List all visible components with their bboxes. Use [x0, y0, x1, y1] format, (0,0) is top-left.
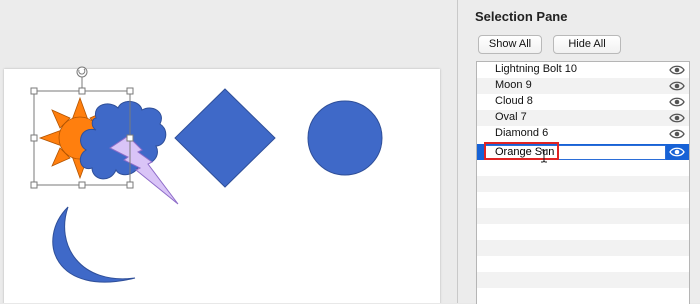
- selection-pane-title: Selection Pane: [475, 9, 568, 24]
- oval-shape[interactable]: [307, 100, 383, 176]
- list-item-label: Oval 7: [495, 111, 527, 123]
- list-item[interactable]: Lightning Bolt 10: [477, 62, 689, 78]
- eye-icon[interactable]: [669, 64, 685, 76]
- list-empty-row: [477, 272, 689, 288]
- slide-shapes: [30, 66, 383, 283]
- slide-canvas-area: [0, 0, 457, 303]
- list-empty-row: [477, 176, 689, 192]
- list-empty-row: [477, 208, 689, 224]
- list-empty-row: [477, 240, 689, 256]
- list-item-label: Diamond 6: [495, 127, 549, 139]
- eye-icon[interactable]: [669, 80, 685, 92]
- moon-shape[interactable]: [52, 206, 136, 283]
- list-item-label: Moon 9: [495, 79, 532, 91]
- list-item[interactable]: Oval 7: [477, 110, 689, 126]
- list-item[interactable]: Moon 9: [477, 78, 689, 94]
- hide-all-button[interactable]: Hide All: [553, 35, 621, 54]
- list-item[interactable]: Diamond 6: [477, 126, 689, 142]
- eye-icon[interactable]: [669, 96, 685, 108]
- list-item-label: Lightning Bolt 10: [495, 63, 577, 75]
- diamond-shape[interactable]: [174, 88, 276, 188]
- eye-icon[interactable]: [669, 128, 685, 140]
- show-all-button[interactable]: Show All: [478, 35, 542, 54]
- eye-icon[interactable]: [669, 146, 685, 158]
- rotate-handle[interactable]: [76, 66, 88, 78]
- list-item[interactable]: Cloud 8: [477, 94, 689, 110]
- selection-list: Lightning Bolt 10 Moon 9 Cloud 8 Oval 7 …: [476, 61, 690, 304]
- list-item-label: Cloud 8: [495, 95, 533, 107]
- eye-icon[interactable]: [669, 112, 685, 124]
- text-cursor-icon: [541, 149, 547, 163]
